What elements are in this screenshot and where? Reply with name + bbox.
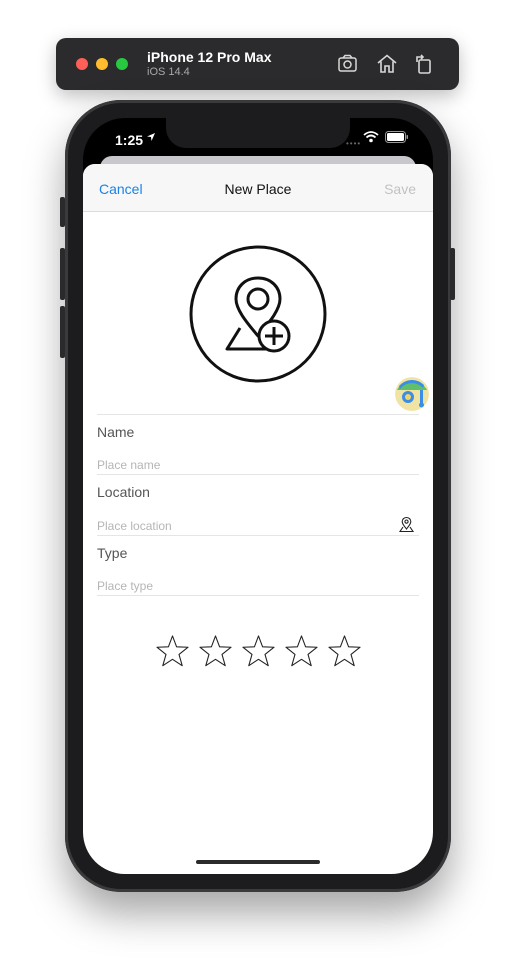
device-name: iPhone 12 Pro Max [147,49,272,65]
device-screen: 1:25 •••• Cancel New Place Save Name Pla… [83,118,433,874]
location-label: Location [97,484,150,500]
zoom-window-button[interactable] [116,58,128,70]
debug-badge-icon[interactable] [395,377,429,411]
mute-switch [60,197,65,227]
form-top-separator [97,414,419,415]
new-place-sheet: Cancel New Place Save Name Place name Lo… [83,164,433,874]
location-separator [97,535,419,536]
home-icon[interactable] [375,52,399,76]
wifi-icon [363,131,379,143]
type-label: Type [97,545,128,561]
name-field[interactable] [97,456,387,474]
page-title: New Place [224,181,292,197]
os-version: iOS 14.4 [147,66,190,78]
star-icon[interactable] [198,634,233,669]
volume-down-button [60,306,65,358]
simulator-toolbar: iPhone 12 Pro Max iOS 14.4 [56,38,459,90]
name-label: Name [97,424,135,440]
signal-dots: •••• [346,139,362,148]
power-button [450,248,455,300]
close-window-button[interactable] [76,58,88,70]
battery-icon [385,131,408,143]
location-arrow-icon [147,133,155,141]
star-icon[interactable] [327,634,362,669]
screenshot-icon[interactable] [336,52,360,76]
minimize-window-button[interactable] [96,58,108,70]
star-icon[interactable] [284,634,319,669]
status-time: 1:25 [115,132,144,148]
rating-control [155,634,362,669]
home-indicator[interactable] [196,860,320,864]
rotate-icon[interactable] [412,52,436,76]
star-icon[interactable] [241,634,276,669]
add-photo-icon[interactable] [188,244,328,384]
type-field[interactable] [97,577,387,595]
type-separator [97,595,419,596]
location-field[interactable] [97,517,387,535]
map-pin-icon[interactable] [398,516,415,533]
name-separator [97,474,419,475]
volume-up-button [60,248,65,300]
save-button[interactable]: Save [384,181,416,197]
star-icon[interactable] [155,634,190,669]
notch [166,118,350,148]
navigation-bar: Cancel New Place Save [83,164,433,212]
